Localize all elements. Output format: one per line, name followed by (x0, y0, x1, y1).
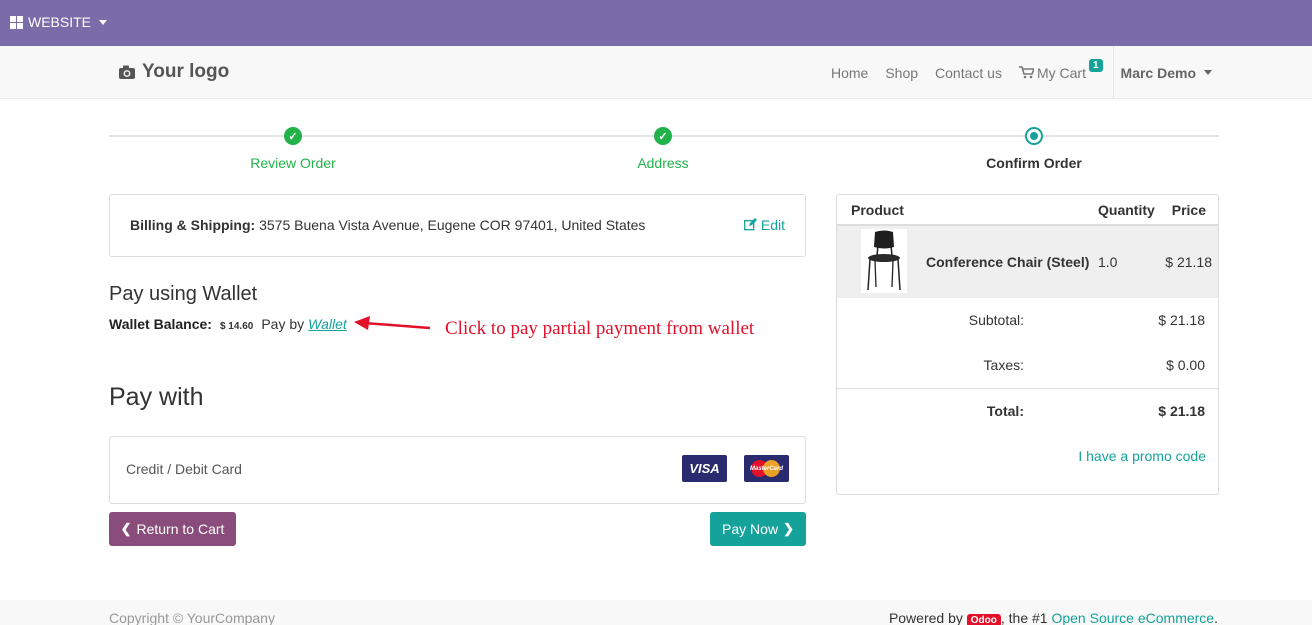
total-value: $ 21.18 (1158, 403, 1205, 419)
billing-shipping-box: Billing & Shipping: 3575 Buena Vista Ave… (109, 194, 806, 257)
wallet-balance-label: Wallet Balance: (109, 316, 212, 332)
wallet-heading: Pay using Wallet (109, 283, 258, 305)
cart-count-badge: 1 (1088, 59, 1103, 72)
wallet-balance-value: $ 14.60 (219, 321, 254, 332)
powered-suffix: . (1214, 610, 1218, 625)
powered-prefix: Powered by (888, 610, 963, 625)
nav-home[interactable]: Home (831, 65, 868, 81)
nav-my-cart[interactable]: My Cart 1 (1018, 59, 1103, 81)
annotation-text: Click to pay partial payment from wallet (445, 318, 755, 339)
website-menu[interactable]: WEBSITE (10, 14, 108, 30)
product-image (861, 229, 907, 293)
pay-now-button[interactable]: Pay Now ❯ (710, 512, 806, 546)
mastercard-icon: MasterCard (744, 455, 789, 482)
billing-address: Billing & Shipping: 3575 Buena Vista Ave… (130, 217, 645, 233)
powered-mid: , the #1 (1000, 610, 1048, 625)
acquirer-name: Credit / Debit Card (126, 461, 242, 477)
powered-by: Powered by Odoo, the #1 Open Source eCom… (889, 610, 1218, 625)
camera-icon (119, 65, 135, 79)
pay-now-label: Pay Now (722, 521, 779, 537)
product-price: $ 21.18 (1165, 254, 1212, 270)
product-name: Conference Chair (Steel) (926, 254, 1090, 270)
nav-shop[interactable]: Shop (885, 65, 918, 81)
odoo-logo[interactable]: Odoo (966, 614, 1001, 625)
chevron-left-icon: ❮ (120, 521, 132, 536)
total-label: Total: (986, 403, 1024, 419)
pay-by-text: Pay by (261, 316, 305, 332)
header-price: Price (1171, 202, 1206, 218)
visa-card-icon: VISA (682, 455, 727, 482)
cart-label: My Cart (1036, 64, 1086, 81)
site-navbar: Your logo Home Shop Contact us My Cart 1… (0, 46, 1312, 99)
admin-bar: WEBSITE (0, 0, 1312, 46)
step-label: Review Order (250, 155, 336, 171)
wallet-balance-row: Wallet Balance: $ 14.60 Pay by Wallet (109, 316, 347, 332)
user-menu[interactable]: Marc Demo (1121, 65, 1212, 81)
check-icon: ✓ (654, 127, 672, 145)
edit-label: Edit (760, 217, 785, 233)
nav-divider (1112, 46, 1114, 99)
annotation-arrow-icon (354, 316, 431, 330)
summary-header: Product Quantity Price (837, 195, 1218, 226)
step-label: Address (637, 155, 689, 171)
current-step-icon (1025, 127, 1043, 145)
caret-down-icon (1204, 70, 1212, 75)
check-icon: ✓ (284, 127, 302, 145)
caret-down-icon (99, 19, 108, 25)
cart-icon (1018, 66, 1034, 79)
header-product: Product (851, 202, 904, 218)
logo-text: Your logo (142, 61, 230, 82)
header-quantity: Quantity (1098, 202, 1155, 218)
promo-code-link[interactable]: I have a promo code (1078, 448, 1206, 464)
subtotal-value: $ 21.18 (1158, 312, 1205, 328)
step-review-order[interactable]: ✓ Review Order (143, 127, 443, 171)
site-logo[interactable]: Your logo (118, 61, 229, 83)
product-quantity: 1.0 (1098, 254, 1118, 270)
chevron-right-icon: ❯ (783, 521, 794, 536)
payment-acquirer-box[interactable]: Credit / Debit Card VISA MasterCard (109, 436, 806, 504)
wallet-pay-link[interactable]: Wallet (308, 316, 347, 332)
return-to-cart-button[interactable]: ❮ Return to Cart (109, 512, 236, 546)
step-confirm-order: Confirm Order (884, 127, 1184, 171)
mastercard-text: MasterCard (749, 465, 783, 472)
step-label: Confirm Order (986, 155, 1082, 171)
return-to-cart-label: Return to Cart (136, 521, 225, 537)
step-address[interactable]: ✓ Address (513, 127, 813, 171)
user-name: Marc Demo (1120, 64, 1196, 81)
taxes-label: Taxes: (983, 357, 1024, 373)
summary-divider (837, 388, 1218, 389)
billing-address-value: 3575 Buena Vista Avenue, Eugene COR 9740… (259, 217, 646, 233)
open-source-ecommerce-link[interactable]: Open Source eCommerce (1051, 610, 1214, 625)
edit-address-link[interactable]: Edit (744, 217, 785, 233)
main-menu: Home Shop Contact us My Cart 1 Marc Demo (814, 46, 1212, 99)
website-menu-label: WEBSITE (28, 14, 92, 30)
copyright-text: Copyright © YourCompany (109, 610, 275, 625)
pay-with-heading: Pay with (109, 383, 204, 411)
site-footer: Copyright © YourCompany Powered by Odoo,… (0, 600, 1312, 625)
order-summary: Product Quantity Price Conference Chair … (836, 194, 1219, 495)
taxes-value: $ 0.00 (1166, 357, 1205, 373)
subtotal-label: Subtotal: (968, 312, 1024, 328)
billing-label: Billing & Shipping: (130, 217, 256, 233)
nav-contact-us[interactable]: Contact us (935, 65, 1002, 81)
apps-grid-icon (10, 15, 23, 29)
checkout-progress: ✓ Review Order ✓ Address Confirm Order (109, 120, 1219, 180)
edit-icon (744, 218, 757, 231)
table-row: Conference Chair (Steel) 1.0 $ 21.18 (837, 226, 1218, 298)
